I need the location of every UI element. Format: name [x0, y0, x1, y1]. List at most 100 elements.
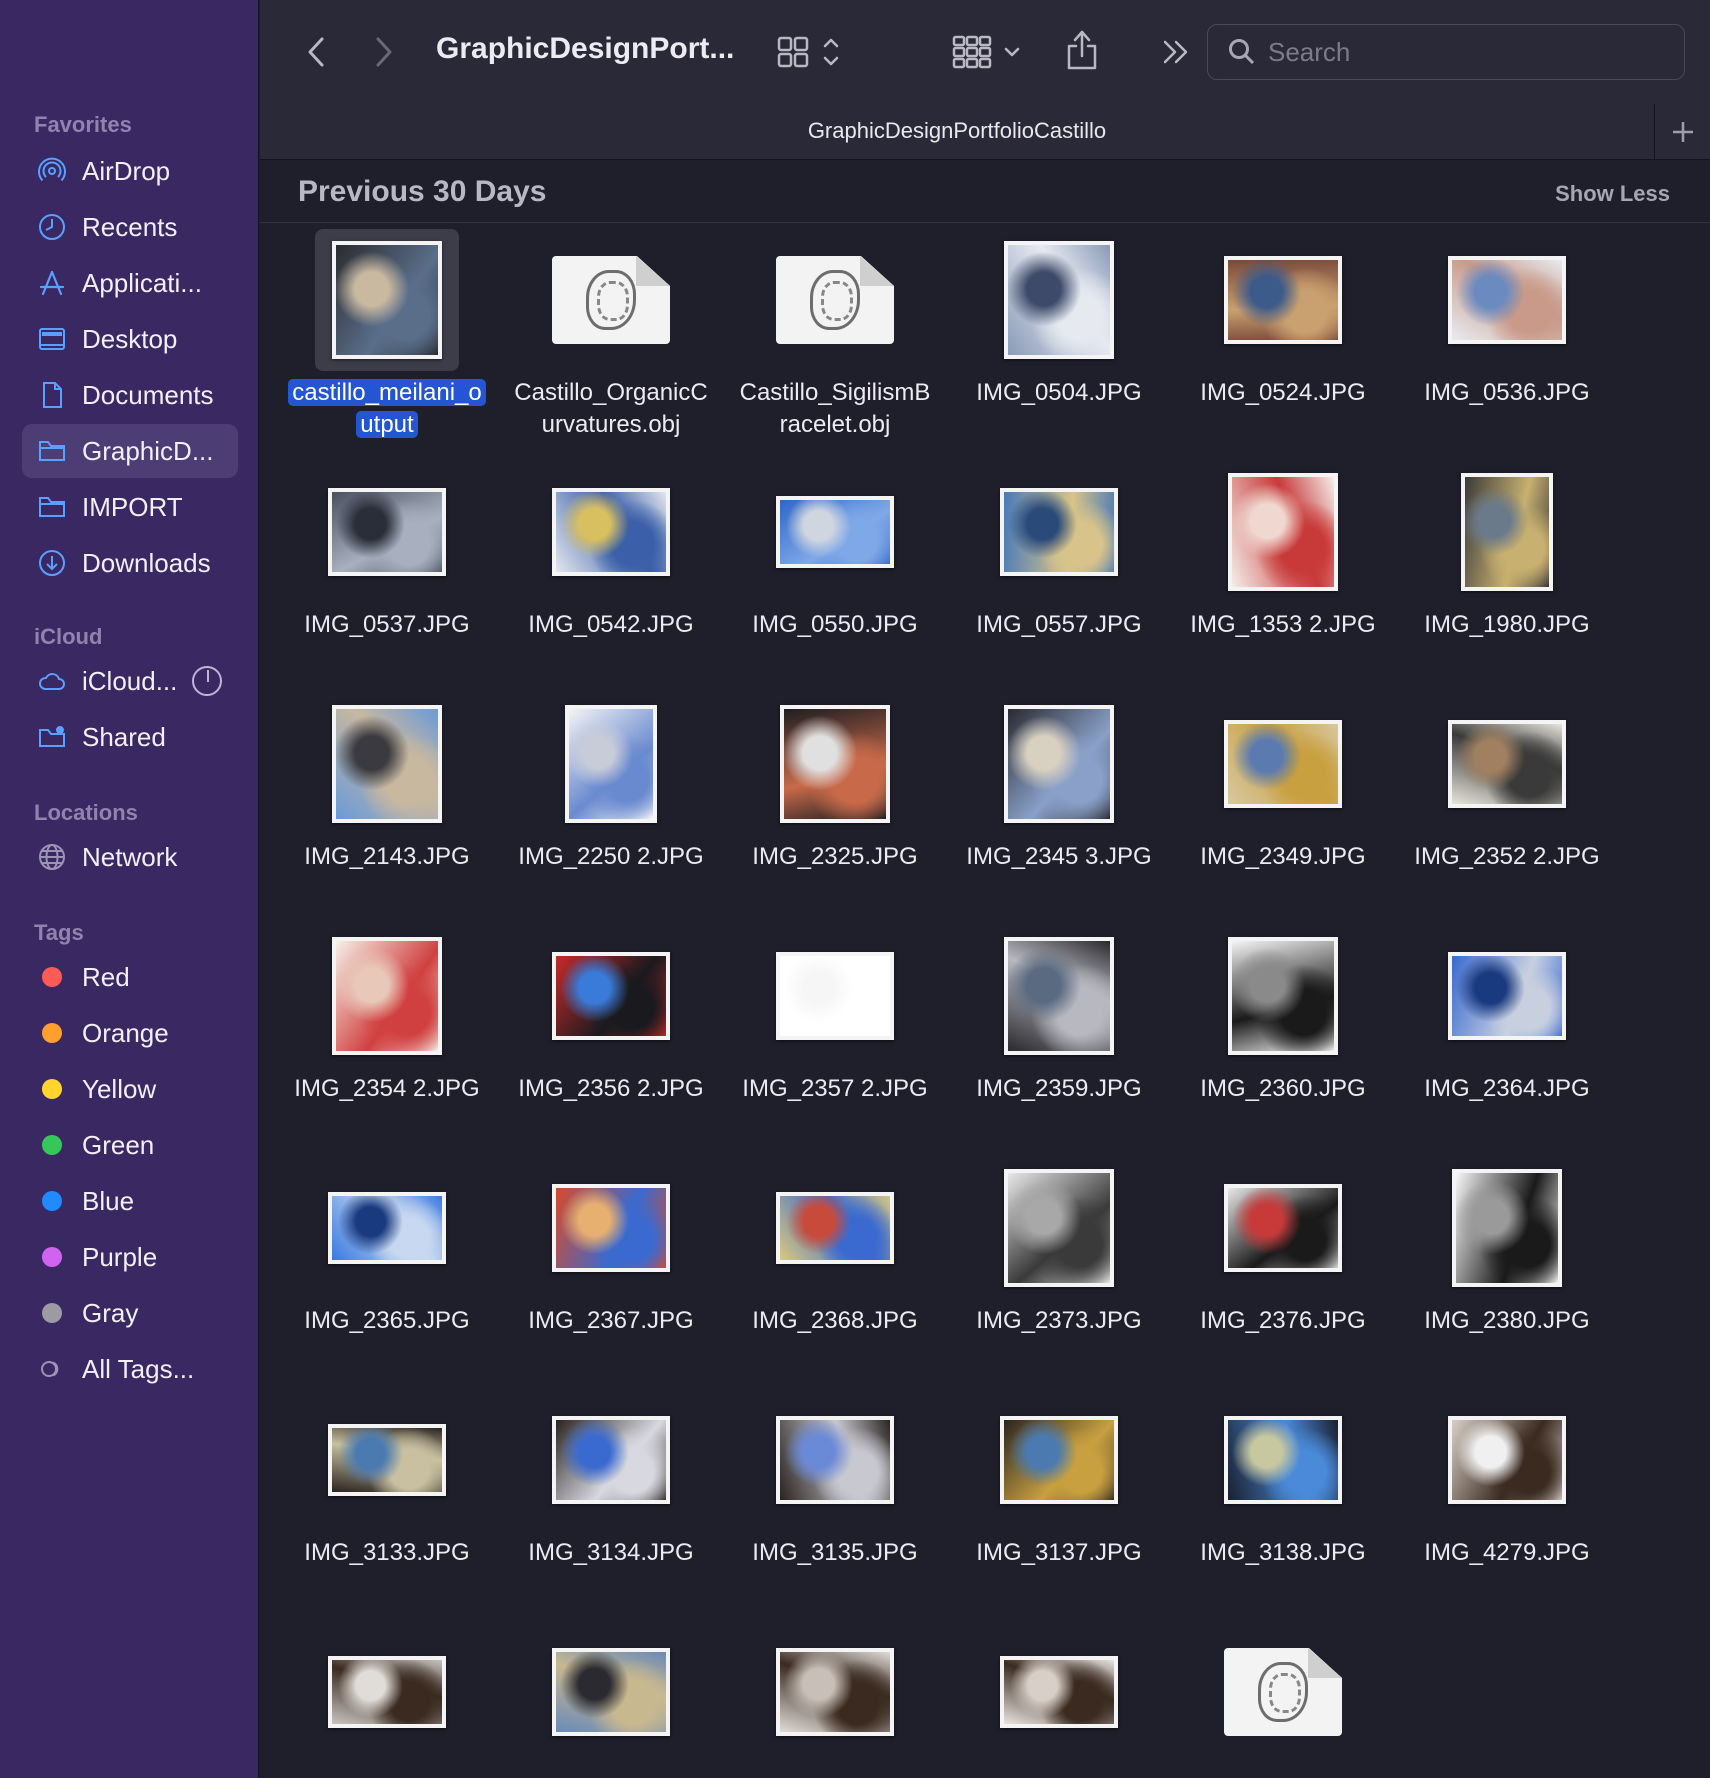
file-item[interactable]: IMG_0504.JPG	[949, 229, 1169, 449]
more-toolbar-button[interactable]	[1156, 30, 1196, 74]
sidebar-item-network[interactable]: Network	[22, 830, 238, 884]
file-item[interactable]: IMG_0524.JPG	[1173, 229, 1393, 449]
file-item[interactable]: Castillo_SigilismB racelet.obj	[725, 229, 945, 449]
file-item[interactable]: IMG_2345 3.JPG	[949, 693, 1169, 913]
file-thumbnail	[539, 1621, 683, 1763]
file-item[interactable]: IMG_0550.JPG	[725, 461, 945, 681]
sidebar-item-applicati[interactable]: Applicati...	[22, 256, 238, 310]
file-name: IMG_0557.JPG	[949, 609, 1169, 641]
file-item[interactable]: IMG_2373.JPG	[949, 1157, 1169, 1377]
file-item[interactable]: Castillo_OrganicC urvatures.obj	[501, 229, 721, 449]
image-preview	[776, 1416, 894, 1504]
file-item[interactable]	[501, 1621, 721, 1778]
file-name: IMG_2325.JPG	[725, 841, 945, 873]
file-item[interactable]: IMG_0537.JPG	[277, 461, 497, 681]
file-item[interactable]: IMG_2376.JPG	[1173, 1157, 1393, 1377]
new-tab-button[interactable]	[1654, 104, 1710, 160]
file-item[interactable]: IMG_2364.JPG	[1397, 925, 1617, 1145]
view-mode-button[interactable]	[772, 30, 848, 74]
file-item[interactable]: IMG_3137.JPG	[949, 1389, 1169, 1609]
image-preview	[1000, 488, 1118, 576]
file-item[interactable]: IMG_2250 2.JPG	[501, 693, 721, 913]
file-name: IMG_2354 2.JPG	[277, 1073, 497, 1105]
image-preview	[552, 1416, 670, 1504]
image-preview	[565, 705, 657, 823]
sidebar-item-yellow[interactable]: Yellow	[22, 1062, 238, 1116]
file-item[interactable]: IMG_2368.JPG	[725, 1157, 945, 1377]
sidebar-item-import[interactable]: IMPORT	[22, 480, 238, 534]
sidebar-item-red[interactable]: Red	[22, 950, 238, 1004]
image-preview	[1452, 1169, 1562, 1287]
document-icon	[36, 379, 68, 411]
sidebar-item-all-tags[interactable]: All Tags...	[22, 1342, 238, 1396]
folder-icon	[36, 491, 68, 523]
file-name-text: IMG_2143.JPG	[304, 843, 470, 870]
sidebar-item-orange[interactable]: Orange	[22, 1006, 238, 1060]
file-name-text: IMG_2373.JPG	[976, 1307, 1142, 1334]
file-thumbnail	[1435, 1157, 1579, 1299]
group-by-button[interactable]	[948, 30, 1028, 74]
file-item[interactable]: IMG_3135.JPG	[725, 1389, 945, 1609]
tab-title[interactable]: GraphicDesignPortfolioCastillo	[260, 118, 1654, 144]
sidebar-item-gray[interactable]: Gray	[22, 1286, 238, 1340]
file-item[interactable]: IMG_2359.JPG	[949, 925, 1169, 1145]
file-item[interactable]: IMG_2357 2.JPG	[725, 925, 945, 1145]
file-item[interactable]	[1173, 1621, 1393, 1778]
file-name-text: IMG_2360.JPG	[1200, 1075, 1366, 1102]
file-item[interactable]: IMG_2367.JPG	[501, 1157, 721, 1377]
sidebar-item-downloads[interactable]: Downloads	[22, 536, 238, 590]
chevron-right-icon	[376, 37, 392, 67]
sidebar-item-graphicd[interactable]: GraphicD...	[22, 424, 238, 478]
file-item[interactable]: IMG_0557.JPG	[949, 461, 1169, 681]
file-item[interactable]: IMG_3134.JPG	[501, 1389, 721, 1609]
file-item[interactable]: IMG_0542.JPG	[501, 461, 721, 681]
sidebar-item-green[interactable]: Green	[22, 1118, 238, 1172]
file-item[interactable]	[949, 1621, 1169, 1778]
file-thumbnail	[1211, 1621, 1355, 1763]
sidebar-item-shared[interactable]: Shared	[22, 710, 238, 764]
file-item[interactable]: IMG_2143.JPG	[277, 693, 497, 913]
file-name: IMG_3135.JPG	[725, 1537, 945, 1569]
sidebar-item-icloud[interactable]: iCloud...	[22, 654, 238, 708]
file-name: IMG_2368.JPG	[725, 1305, 945, 1337]
share-button[interactable]	[1060, 24, 1104, 76]
file-item[interactable]: IMG_2380.JPG	[1397, 1157, 1617, 1377]
file-item[interactable]: IMG_2365.JPG	[277, 1157, 497, 1377]
file-item[interactable]: IMG_1353 2.JPG	[1173, 461, 1393, 681]
sidebar-item-recents[interactable]: Recents	[22, 200, 238, 254]
file-item[interactable]: IMG_2360.JPG	[1173, 925, 1393, 1145]
image-preview	[1228, 937, 1338, 1055]
file-item[interactable]: IMG_2349.JPG	[1173, 693, 1393, 913]
file-thumbnail	[539, 1157, 683, 1299]
sidebar-item-label: All Tags...	[82, 1353, 195, 1384]
image-preview	[776, 1192, 894, 1264]
file-item[interactable]: IMG_4279.JPG	[1397, 1389, 1617, 1609]
sidebar-item-purple[interactable]: Purple	[22, 1230, 238, 1284]
forward-button[interactable]	[364, 30, 404, 74]
file-thumbnail	[1211, 925, 1355, 1067]
cloud-icon	[36, 665, 68, 697]
section-header: Previous 30 Days Show Less	[260, 161, 1710, 223]
back-button[interactable]	[296, 30, 336, 74]
sidebar-item-blue[interactable]: Blue	[22, 1174, 238, 1228]
file-item[interactable]	[277, 1621, 497, 1778]
file-item[interactable]: IMG_2354 2.JPG	[277, 925, 497, 1145]
file-item[interactable]: IMG_3133.JPG	[277, 1389, 497, 1609]
file-item[interactable]: IMG_3138.JPG	[1173, 1389, 1393, 1609]
search-input[interactable]	[1268, 36, 1648, 68]
file-item[interactable]: IMG_2352 2.JPG	[1397, 693, 1617, 913]
file-item[interactable]	[725, 1621, 945, 1778]
file-name: IMG_2352 2.JPG	[1397, 841, 1617, 873]
file-item[interactable]: IMG_2325.JPG	[725, 693, 945, 913]
file-thumbnail	[539, 229, 683, 371]
sidebar-item-airdrop[interactable]: AirDrop	[22, 144, 238, 198]
sidebar-item-documents[interactable]: Documents	[22, 368, 238, 422]
search-field[interactable]	[1207, 24, 1685, 80]
image-preview	[328, 1656, 446, 1728]
file-item[interactable]: IMG_2356 2.JPG	[501, 925, 721, 1145]
file-item[interactable]: castillo_meilani_o utput	[277, 229, 497, 449]
show-less-button[interactable]: Show Less	[1555, 181, 1670, 207]
file-item[interactable]: IMG_0536.JPG	[1397, 229, 1617, 449]
sidebar-item-desktop[interactable]: Desktop	[22, 312, 238, 366]
file-item[interactable]: IMG_1980.JPG	[1397, 461, 1617, 681]
